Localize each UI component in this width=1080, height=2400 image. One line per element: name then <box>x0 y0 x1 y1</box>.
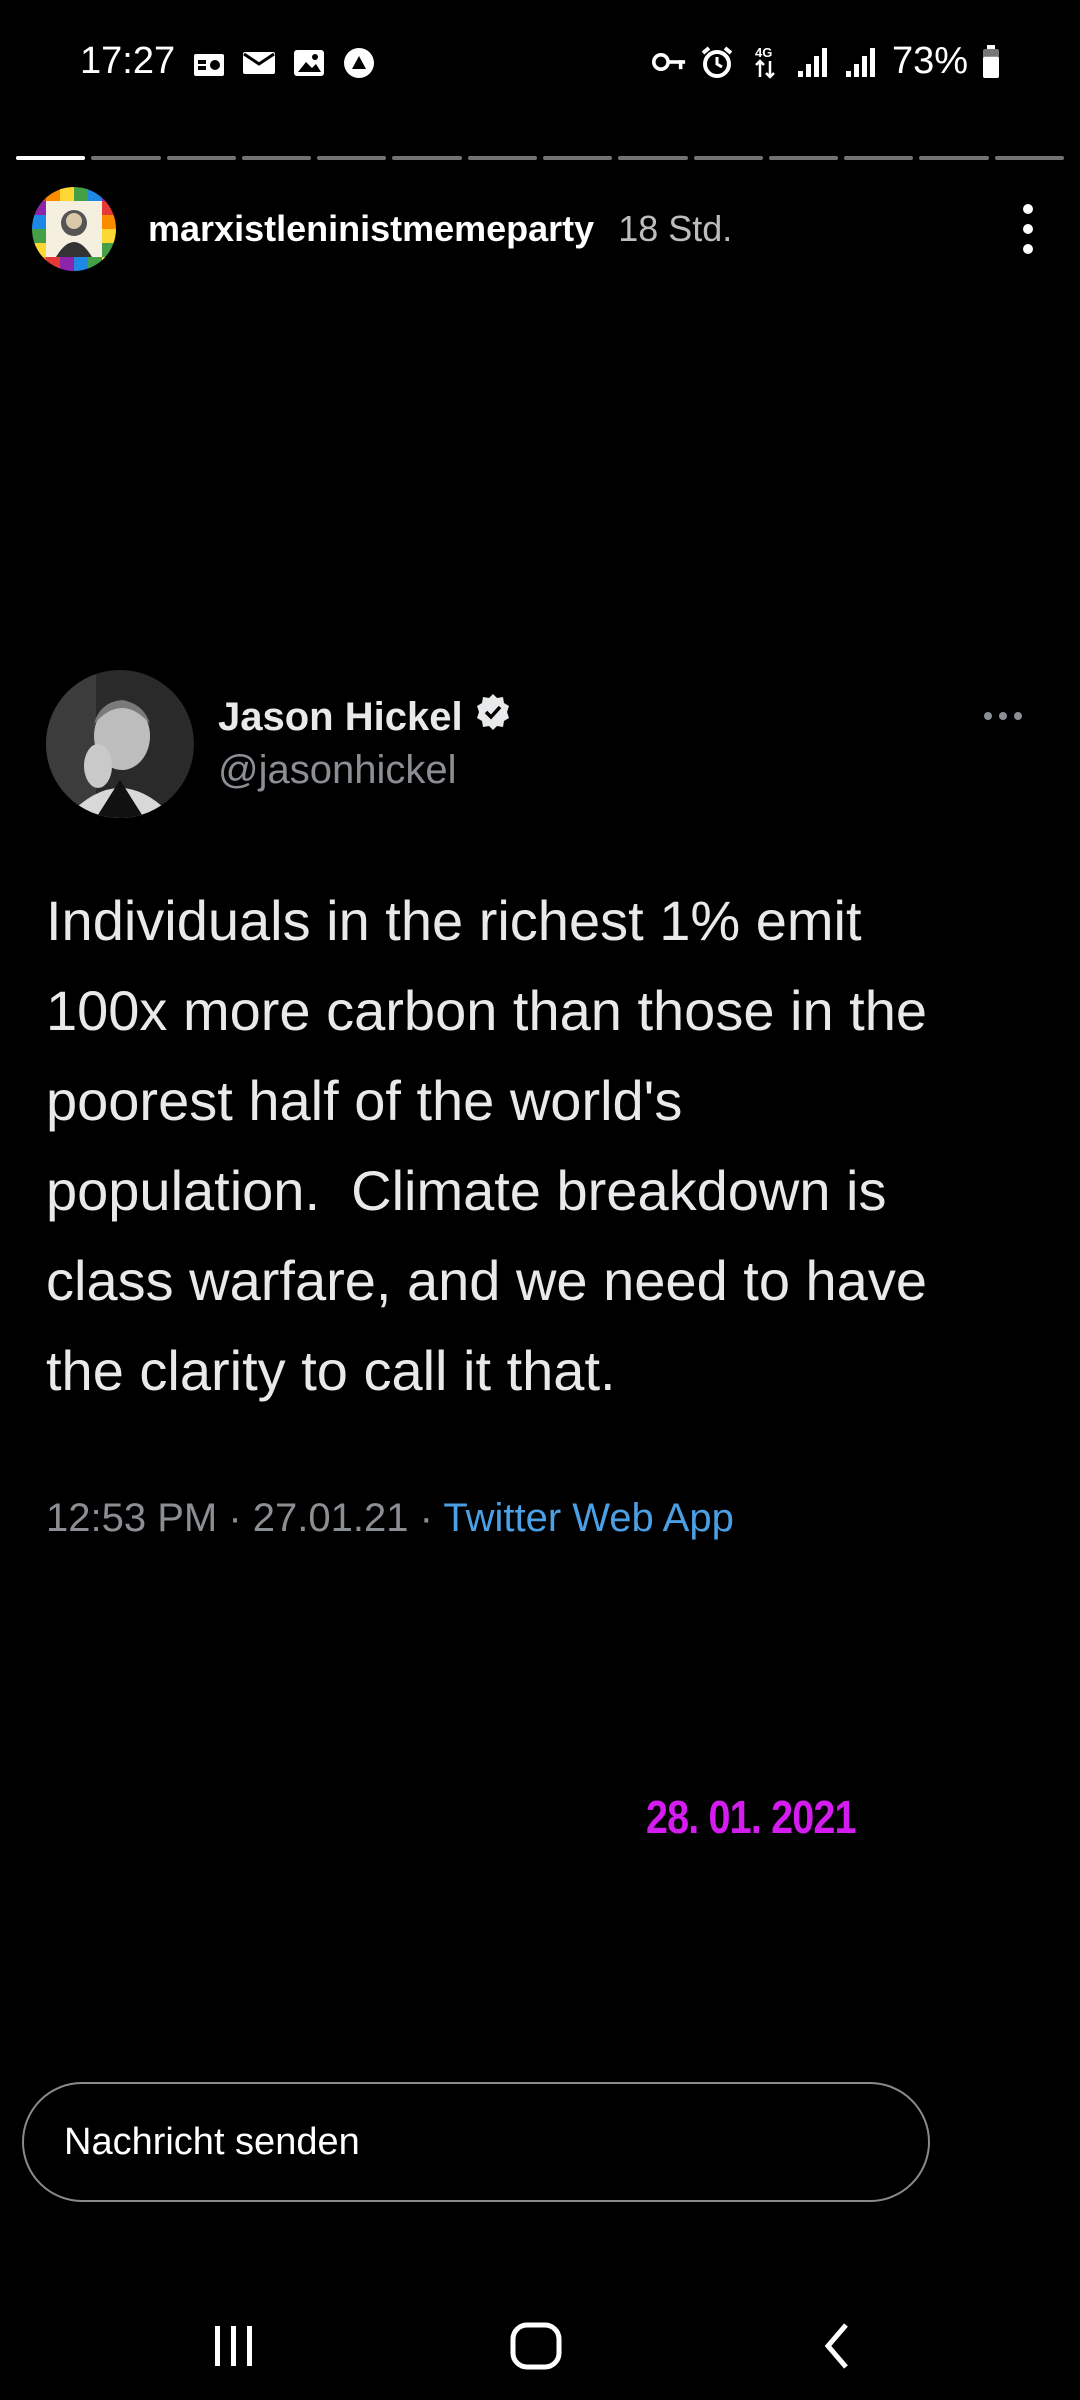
back-button[interactable] <box>808 2316 868 2376</box>
story-screen: 17:27 4G 73% marxistleninistmemeparty 18… <box>0 0 1080 2400</box>
story-progress-segment <box>693 156 763 160</box>
tweet-meta: 12:53 PM · 27.01.21 · Twitter Web App <box>46 1496 1046 1541</box>
send-message-input[interactable]: Nachricht senden <box>22 2082 930 2202</box>
status-time: 17:27 <box>80 40 176 82</box>
tweet-source: Twitter Web App <box>443 1496 734 1540</box>
tweet-text-line: Individuals in the richest 1% emit <box>46 889 862 952</box>
story-progress-segment <box>467 156 537 160</box>
status-bar: 17:27 4G 73% <box>0 0 1080 130</box>
tweet-date: 27.01.21 <box>252 1496 409 1540</box>
tweet-text-line: the clarity to call it that. <box>46 1339 616 1402</box>
battery-percentage: 73% <box>891 40 968 82</box>
story-header: marxistleninistmemeparty 18 Std. <box>32 186 1048 272</box>
send-message-placeholder: Nachricht senden <box>64 2120 360 2163</box>
story-progress-segment <box>91 156 161 160</box>
tweet-author-name-text: Jason Hickel <box>218 694 463 739</box>
mail-icon <box>242 46 276 80</box>
story-progress-segment <box>317 156 387 160</box>
tweet-text-line: population. Climate breakdown is <box>46 1159 887 1222</box>
radio-icon <box>192 46 226 80</box>
tweet-text: Individuals in the richest 1% emit 100x … <box>46 876 1036 1416</box>
tweet-card: Jason Hickel @jasonhickel Individuals in… <box>46 670 1046 1541</box>
alarm-icon <box>700 45 734 79</box>
home-button[interactable] <box>506 2316 566 2376</box>
tweet-author-handle: @jasonhickel <box>218 748 457 792</box>
tweet-separator: · <box>419 1496 433 1540</box>
story-progress-segment <box>994 156 1064 160</box>
story-progress-segment <box>166 156 236 160</box>
tweet-text-line: class warfare, and we need to have <box>46 1249 927 1312</box>
more-options-icon[interactable] <box>1008 204 1048 254</box>
story-progress-segment <box>16 156 86 160</box>
story-progress-segment <box>844 156 914 160</box>
tweet-author-name: Jason Hickel <box>218 692 513 742</box>
recent-apps-button[interactable] <box>204 2316 264 2376</box>
tweet-avatar <box>46 670 194 818</box>
app-notification-icon <box>342 46 376 80</box>
date-sticker: 28. 01. 2021 <box>646 1791 857 1843</box>
vpn-key-icon <box>651 45 686 79</box>
story-avatar[interactable] <box>32 187 116 271</box>
story-progress-segment <box>241 156 312 160</box>
notification-icons <box>192 46 376 80</box>
story-progress-segment <box>392 156 462 160</box>
story-progress-segment <box>618 156 688 160</box>
system-icons: 4G 73% <box>651 40 1000 83</box>
story-time-ago: 18 Std. <box>618 208 733 249</box>
story-username[interactable]: marxistleninistmemeparty <box>148 208 594 250</box>
4g-data-icon: 4G <box>748 45 782 79</box>
tweet-text-line: poorest half of the world's <box>46 1069 683 1132</box>
tweet-more-icon <box>984 712 1022 720</box>
signal-icon <box>796 45 830 79</box>
tweet-separator: · <box>228 1496 242 1540</box>
verified-badge-icon <box>473 692 513 742</box>
signal-icon <box>844 45 878 79</box>
story-progress-segment <box>542 156 613 160</box>
tweet-header: Jason Hickel @jasonhickel <box>46 670 1046 818</box>
tweet-time: 12:53 PM <box>46 1496 218 1540</box>
svg-text:4G: 4G <box>755 45 772 60</box>
story-progress-segment <box>919 156 989 160</box>
image-icon <box>292 46 326 80</box>
battery-icon <box>982 44 1000 79</box>
tweet-text-line: 100x more carbon than those in the <box>46 979 928 1042</box>
story-progress-bar <box>16 156 1064 160</box>
system-nav-bar <box>0 2280 1080 2400</box>
story-progress-segment <box>768 156 839 160</box>
